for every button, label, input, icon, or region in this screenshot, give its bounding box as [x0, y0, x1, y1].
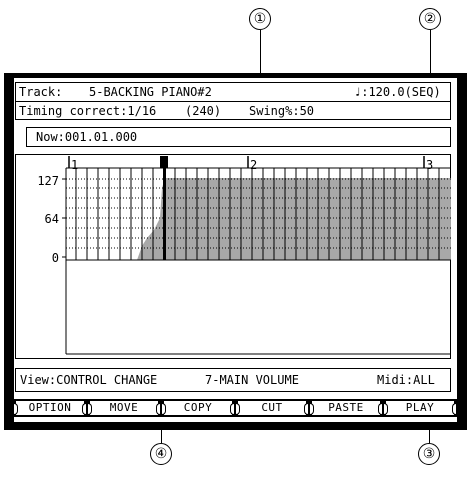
callout-3: ③ — [418, 443, 440, 465]
callout-2: ② — [419, 8, 441, 30]
copy-button[interactable]: COPY — [162, 401, 234, 415]
view-field[interactable]: View:CONTROL CHANGE — [20, 373, 157, 387]
now-cursor-marker[interactable] — [160, 156, 168, 168]
cut-button[interactable]: CUT — [236, 401, 308, 415]
cc-event-graph — [62, 156, 451, 355]
callout-1: ① — [249, 8, 271, 30]
bar-ticks — [68, 156, 425, 168]
softkey-bar: OPTION MOVE COPY CUT PASTE PLAY — [14, 399, 457, 417]
controller-field[interactable]: 7-MAIN VOLUME — [205, 373, 299, 387]
device-display: Track: 5-BACKING PIANO#2 ♩:120.0(SEQ) Ti… — [4, 73, 467, 430]
move-button[interactable]: MOVE — [88, 401, 160, 415]
play-button[interactable]: PLAY — [384, 401, 456, 415]
now-cursor-line — [163, 168, 166, 260]
callout-4: ④ — [150, 443, 172, 465]
paste-button[interactable]: PASTE — [310, 401, 382, 415]
option-button[interactable]: OPTION — [14, 401, 86, 415]
midi-channel-field[interactable]: Midi:ALL — [377, 373, 435, 387]
lcd-screen: Track: 5-BACKING PIANO#2 ♩:120.0(SEQ) Ti… — [14, 78, 457, 422]
